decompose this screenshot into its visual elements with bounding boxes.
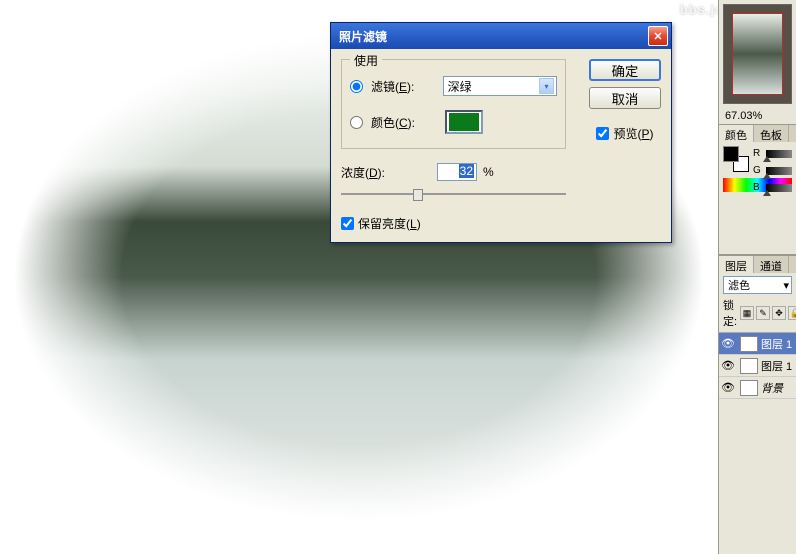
layer-name: 背景 [761, 380, 796, 396]
blend-mode-dropdown[interactable]: 滤色 ▾ [723, 276, 792, 294]
lock-label: 锁定: [723, 297, 737, 329]
density-slider[interactable] [341, 185, 566, 205]
layer-row[interactable]: 👁 图层 1 [719, 355, 796, 377]
photo-filter-dialog: 照片滤镜 ✕ 使用 滤镜(E): 深绿 ▾ 颜色(C): 浓度 [330, 22, 672, 243]
slider-thumb-icon[interactable] [763, 173, 771, 179]
g-label: G [753, 165, 763, 176]
slider-track [341, 193, 566, 195]
fg-bg-colors[interactable] [723, 146, 749, 172]
layer-thumbnail[interactable] [740, 336, 758, 352]
layer-list: 👁 图层 1 副 👁 图层 1 👁 背景 [719, 332, 796, 399]
layer-thumbnail[interactable] [740, 358, 758, 374]
preserve-luminosity-label: 保留亮度(L) [358, 215, 421, 232]
r-slider[interactable] [766, 150, 792, 158]
density-label: 浓度(D): [341, 164, 437, 181]
slider-thumb-icon[interactable] [763, 156, 771, 162]
color-swatch-inner [449, 113, 479, 131]
tab-color[interactable]: 颜色 [719, 125, 754, 142]
dialog-title: 照片滤镜 [339, 28, 648, 45]
layer-name: 图层 1 [761, 358, 796, 374]
chevron-down-icon: ▾ [539, 78, 554, 94]
r-label: R [753, 148, 763, 159]
color-radio-label: 颜色(C): [371, 114, 441, 131]
chevron-down-icon: ▾ [783, 279, 789, 292]
blend-mode-value: 滤色 [728, 277, 750, 293]
tab-channels[interactable]: 通道 [754, 256, 789, 273]
filter-dropdown[interactable]: 深绿 ▾ [443, 76, 557, 96]
visibility-icon[interactable]: 👁 [719, 337, 737, 350]
ok-button[interactable]: 确定 [589, 59, 661, 81]
color-swatch[interactable] [445, 110, 483, 134]
navigator-zoom[interactable]: 67.03% [719, 108, 796, 124]
density-input[interactable]: 32 [437, 163, 477, 181]
foreground-color-swatch[interactable] [723, 146, 739, 162]
preserve-luminosity-checkbox[interactable] [341, 217, 354, 230]
visibility-icon[interactable]: 👁 [719, 359, 737, 372]
close-icon[interactable]: ✕ [648, 26, 668, 46]
slider-thumb[interactable] [413, 189, 423, 201]
use-groupbox: 使用 滤镜(E): 深绿 ▾ 颜色(C): [341, 59, 566, 149]
groupbox-title: 使用 [350, 52, 382, 69]
dialog-titlebar[interactable]: 照片滤镜 ✕ [331, 23, 671, 49]
tab-layers[interactable]: 图层 [719, 256, 754, 273]
layer-name: 图层 1 副 [761, 336, 796, 352]
density-unit: % [483, 165, 494, 179]
color-radio[interactable] [350, 116, 363, 129]
layer-thumbnail[interactable] [740, 380, 758, 396]
navigator-thumbnail[interactable] [723, 4, 792, 104]
navigator-viewport [732, 13, 783, 95]
preview-checkbox[interactable] [596, 127, 609, 140]
lock-all-icon[interactable]: 🔒 [788, 306, 796, 320]
b-slider[interactable] [766, 184, 792, 192]
filter-dropdown-value: 深绿 [448, 78, 472, 95]
lock-transparency-icon[interactable]: ▦ [740, 306, 754, 320]
layer-row[interactable]: 👁 背景 [719, 377, 796, 399]
lock-move-icon[interactable]: ✥ [772, 306, 786, 320]
tab-swatches[interactable]: 色板 [754, 125, 789, 142]
slider-thumb-icon[interactable] [763, 190, 771, 196]
layer-row[interactable]: 👁 图层 1 副 [719, 333, 796, 355]
filter-radio[interactable] [350, 80, 363, 93]
g-slider[interactable] [766, 167, 792, 175]
cancel-button[interactable]: 取消 [589, 87, 661, 109]
lock-paint-icon[interactable]: ✎ [756, 306, 770, 320]
visibility-icon[interactable]: 👁 [719, 381, 737, 394]
preview-label: 预览(P) [613, 125, 653, 142]
right-panels: 67.03% 颜色 色板 R G B 图层 通道 滤色 ▾ 锁定: [718, 0, 796, 554]
b-label: B [753, 182, 763, 193]
filter-radio-label: 滤镜(E): [371, 78, 439, 95]
color-panel: R G B [719, 142, 796, 254]
